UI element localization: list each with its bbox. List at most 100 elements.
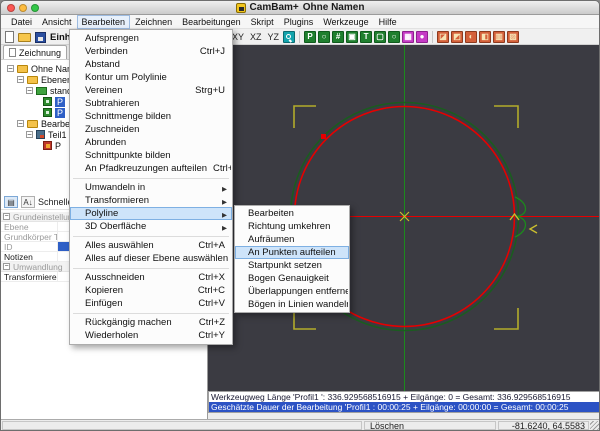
statusbar-empty-cell bbox=[2, 421, 362, 430]
categorized-view-icon[interactable]: ▤ bbox=[4, 196, 18, 208]
tree-label: P bbox=[55, 141, 61, 151]
menu-item-ausschneiden[interactable]: Ausschneiden Ctrl+X bbox=[70, 271, 232, 284]
tree-label-selected: P bbox=[55, 97, 65, 107]
menu-item-label: Einfügen bbox=[85, 298, 192, 309]
polyline-icon bbox=[43, 97, 52, 106]
menu-bearbeiten[interactable]: Bearbeiten bbox=[77, 15, 131, 29]
mesh-icon[interactable]: ▦ bbox=[402, 31, 414, 43]
machining-duration-line[interactable]: Geschätzte Dauer der Bearbeitung 'Profil… bbox=[209, 402, 599, 412]
menu-ansicht[interactable]: Ansicht bbox=[37, 15, 77, 29]
draw-pointlist-icon[interactable]: # bbox=[332, 31, 344, 43]
document-name: Ohne Namen bbox=[303, 2, 365, 13]
submenu-item-bogen-genauigkeit[interactable]: Bogen Genauigkeit bbox=[235, 272, 349, 285]
menu-item-einfuegen[interactable]: Einfügen Ctrl+V bbox=[70, 297, 232, 310]
menu-item-label: 3D Oberfläche bbox=[85, 221, 225, 232]
zoom-button[interactable] bbox=[31, 4, 39, 12]
menu-item-label: Abrunden bbox=[85, 137, 225, 148]
save-file-icon[interactable] bbox=[35, 32, 46, 43]
submenu-item-aufraeumen[interactable]: Aufräumen bbox=[235, 233, 349, 246]
polyline-submenu: Bearbeiten Richtung umkehren Aufräumen A… bbox=[234, 205, 350, 313]
view-yz-button[interactable]: YZ bbox=[266, 32, 282, 42]
menu-item-schnittpunkte-bilden[interactable]: Schnittpunkte bilden bbox=[70, 149, 232, 162]
draw-polyline-icon[interactable]: P bbox=[304, 31, 316, 43]
menu-item-alles-auswaehlen[interactable]: Alles auswählen Ctrl+A bbox=[70, 239, 232, 252]
toolbar-separator bbox=[299, 31, 300, 43]
menu-item-subtrahieren[interactable]: Subtrahieren bbox=[70, 97, 232, 110]
submenu-item-ueberlappungen-entfernen[interactable]: Überlappungen entfernen bbox=[235, 285, 349, 298]
menu-item-3d-oberflaeche[interactable]: 3D Oberfläche ▶ bbox=[70, 220, 232, 233]
menu-item-abstand[interactable]: Abstand bbox=[70, 58, 232, 71]
menu-bearbeitungen[interactable]: Bearbeitungen bbox=[177, 15, 246, 29]
menu-item-verbinden[interactable]: Verbinden Ctrl+J bbox=[70, 45, 232, 58]
menu-hilfe[interactable]: Hilfe bbox=[374, 15, 402, 29]
submenu-item-boegen-in-linien-wandeln[interactable]: Bögen in Linien wandeln bbox=[235, 298, 349, 311]
alphabetical-sort-icon[interactable]: A↓ bbox=[21, 196, 35, 208]
machine-op-2-icon[interactable]: ◩ bbox=[451, 31, 463, 43]
menu-item-kopieren[interactable]: Kopieren Ctrl+C bbox=[70, 284, 232, 297]
collapse-icon[interactable]: − bbox=[26, 131, 33, 138]
collapse-icon[interactable]: − bbox=[7, 65, 14, 72]
menu-item-wiederholen[interactable]: Wiederholen Ctrl+Y bbox=[70, 329, 232, 342]
collapse-icon[interactable]: − bbox=[17, 120, 24, 127]
menu-skript[interactable]: Skript bbox=[246, 15, 279, 29]
resize-grip[interactable] bbox=[590, 421, 599, 430]
submenu-item-bearbeiten[interactable]: Bearbeiten bbox=[235, 207, 349, 220]
menu-item-rueckgaengig-machen[interactable]: Rückgängig machen Ctrl+Z bbox=[70, 316, 232, 329]
zoom-fit-icon[interactable] bbox=[283, 31, 295, 43]
region-icon[interactable]: ● bbox=[416, 31, 428, 43]
submenu-item-richtung-umkehren[interactable]: Richtung umkehren bbox=[235, 220, 349, 233]
property-label: ID bbox=[1, 242, 58, 251]
titlebar: CamBam+ Ohne Namen bbox=[1, 1, 599, 15]
toolpath-length-line[interactable]: Werkzeugweg Länge 'Profil1 ': 336.929568… bbox=[209, 392, 599, 402]
menu-shortcut: Ctrl+V bbox=[198, 298, 225, 309]
machine-op-1-icon[interactable]: ◪ bbox=[437, 31, 449, 43]
menu-datei[interactable]: Datei bbox=[6, 15, 37, 29]
draw-surface-icon[interactable]: ▢ bbox=[374, 31, 386, 43]
tree-label: Ebenen bbox=[41, 75, 72, 85]
open-file-icon[interactable] bbox=[18, 33, 31, 42]
part-icon bbox=[36, 130, 45, 139]
minimize-button[interactable] bbox=[19, 4, 27, 12]
menu-item-transformieren[interactable]: Transformieren ▶ bbox=[70, 194, 232, 207]
menu-zeichnen[interactable]: Zeichnen bbox=[130, 15, 177, 29]
machine-op-4-icon[interactable]: ◧ bbox=[479, 31, 491, 43]
menu-item-label: Transformieren bbox=[85, 195, 225, 206]
menu-item-abrunden[interactable]: Abrunden bbox=[70, 136, 232, 149]
collapse-icon[interactable]: − bbox=[17, 76, 24, 83]
menu-shortcut: Ctrl+A bbox=[198, 240, 225, 251]
menu-item-an-pfadkreuzungen-aufteilen[interactable]: An Pfadkreuzungen aufteilen Ctrl+B bbox=[70, 162, 232, 175]
collapse-icon[interactable]: − bbox=[3, 213, 10, 220]
machine-op-3-icon[interactable]: ◐ bbox=[465, 31, 477, 43]
menu-shortcut: Ctrl+Y bbox=[198, 330, 225, 341]
menu-item-kontur-um-polylinie[interactable]: Kontur um Polylinie bbox=[70, 71, 232, 84]
close-button[interactable] bbox=[7, 4, 15, 12]
menu-item-umwandeln-in[interactable]: Umwandeln in ▶ bbox=[70, 181, 232, 194]
machine-op-5-icon[interactable]: ▥ bbox=[493, 31, 505, 43]
submenu-item-an-punkten-aufteilen[interactable]: An Punkten aufteilen bbox=[235, 246, 349, 259]
statusbar-coordinates: -81.6240, 64.5583 bbox=[498, 421, 589, 430]
draw-circle-icon[interactable]: ○ bbox=[318, 31, 330, 43]
menu-shortcut: Ctrl+B bbox=[213, 163, 232, 174]
machine-op-6-icon[interactable]: ▨ bbox=[507, 31, 519, 43]
menu-item-alles-auf-dieser-ebene[interactable]: Alles auf dieser Ebene auswählen bbox=[70, 252, 232, 265]
menu-werkzeuge[interactable]: Werkzeuge bbox=[318, 15, 373, 29]
menu-item-polyline[interactable]: Polyline ▶ bbox=[70, 207, 232, 220]
collapse-icon[interactable]: − bbox=[26, 87, 33, 94]
draw-text-icon[interactable]: T bbox=[360, 31, 372, 43]
view-xz-button[interactable]: XZ bbox=[248, 32, 264, 42]
menu-item-aufsprengen[interactable]: Aufsprengen bbox=[70, 32, 232, 45]
menu-item-label: Verbinden bbox=[85, 46, 194, 57]
submenu-item-startpunkt-setzen[interactable]: Startpunkt setzen bbox=[235, 259, 349, 272]
draw-ellipse-icon[interactable]: ○ bbox=[388, 31, 400, 43]
menu-plugins[interactable]: Plugins bbox=[279, 15, 319, 29]
app-icon bbox=[236, 3, 246, 13]
stock-corner-bottom-right bbox=[494, 308, 518, 329]
new-file-icon[interactable] bbox=[5, 31, 14, 43]
menu-item-zuschneiden[interactable]: Zuschneiden bbox=[70, 123, 232, 136]
menu-item-vereinen[interactable]: Vereinen Strg+U bbox=[70, 84, 232, 97]
menu-shortcut: Ctrl+J bbox=[200, 46, 225, 57]
tab-zeichnung[interactable]: Zeichnung bbox=[3, 45, 67, 59]
draw-rectangle-icon[interactable]: ▣ bbox=[346, 31, 358, 43]
collapse-icon[interactable]: − bbox=[3, 263, 10, 270]
menu-item-schnittmenge-bilden[interactable]: Schnittmenge bilden bbox=[70, 110, 232, 123]
